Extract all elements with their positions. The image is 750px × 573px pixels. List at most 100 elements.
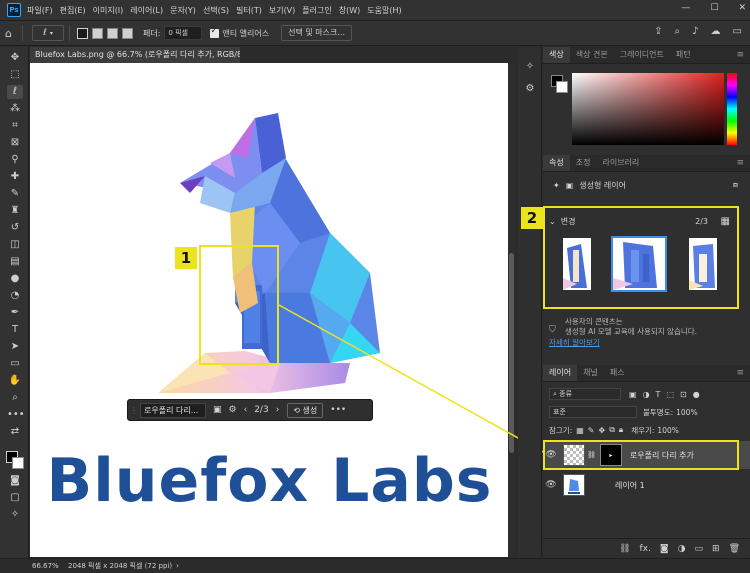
delete-layer-icon[interactable]: 🗑︎ — [729, 544, 740, 554]
new-group-icon[interactable]: ▭ — [695, 544, 704, 554]
add-mask-icon[interactable]: ◙ — [660, 544, 669, 554]
color-picker-field[interactable] — [572, 73, 724, 145]
next-variation-icon[interactable]: › — [276, 405, 280, 415]
generative-panel-icon[interactable]: ✧ — [523, 61, 537, 75]
filter-type-icon[interactable]: T — [656, 390, 661, 399]
screen-mode-icon[interactable]: ▢ — [7, 491, 23, 505]
clone-stamp-tool-icon[interactable]: ♜ — [7, 204, 23, 218]
prompt-field[interactable]: 로우폴리 다리... — [140, 402, 206, 418]
gradient-tool-icon[interactable]: ▤ — [7, 255, 23, 269]
antialias-checkbox[interactable] — [210, 26, 220, 38]
lock-all-icon[interactable]: 🔒︎ — [619, 425, 623, 435]
zoom-level[interactable]: 66.67% — [32, 562, 68, 570]
subtract-selection-button[interactable] — [106, 27, 118, 39]
eyedropper-tool-icon[interactable]: ⚲ — [7, 153, 23, 167]
pen-tool-icon[interactable]: ✒ — [7, 306, 23, 320]
blend-mode-select[interactable]: 표준 — [549, 406, 637, 418]
crop-tool-icon[interactable]: ⌗ — [7, 119, 23, 133]
lock-artboard-icon[interactable]: ⧉ — [609, 425, 615, 435]
previous-variation-icon[interactable]: ‹ — [244, 405, 248, 415]
opacity-value[interactable]: 100% — [676, 408, 697, 417]
cloud-icon[interactable]: ☁ — [711, 26, 721, 37]
vertical-scrollbar[interactable] — [508, 63, 515, 558]
tab-adjustments[interactable]: 조정 — [570, 155, 597, 171]
status-arrow-icon[interactable]: › — [176, 562, 179, 570]
visibility-eye-icon[interactable]: 👁︎ — [543, 480, 559, 490]
tab-libraries[interactable]: 라이브러리 — [596, 155, 645, 171]
tool-preset-picker[interactable]: ℓ ▾ — [31, 25, 64, 41]
maximize-button[interactable]: ☐ — [710, 3, 718, 13]
generative-icon[interactable]: ✧ — [7, 508, 23, 522]
path-selection-tool-icon[interactable]: ➤ — [7, 340, 23, 354]
tab-channels[interactable]: 채널 — [577, 365, 604, 381]
tab-layers[interactable]: 레이어 — [543, 365, 578, 381]
link-layers-icon[interactable]: ⛓ — [619, 544, 630, 554]
feather-input[interactable]: 0 픽셀 — [164, 26, 203, 40]
generate-button[interactable]: ⟲ 생성 — [287, 402, 324, 418]
filter-pixel-icon[interactable]: ▣ — [629, 390, 637, 399]
more-options-icon[interactable]: ••• — [330, 405, 346, 415]
notification-icon[interactable]: ♪ — [692, 26, 698, 37]
tab-paths[interactable]: 패스 — [604, 365, 631, 381]
menu-type[interactable]: 문자(Y) — [170, 5, 196, 16]
dodge-tool-icon[interactable]: ◔ — [7, 289, 23, 303]
panel-menu-icon[interactable]: ≡ — [736, 50, 744, 60]
zoom-tool-icon[interactable]: ⌕ — [7, 391, 23, 405]
filter-shape-icon[interactable]: ⬚ — [666, 390, 674, 399]
more-tools-icon[interactable]: ••• — [7, 408, 25, 422]
workspace-icon[interactable]: ▭ — [733, 26, 742, 37]
magic-wand-tool-icon[interactable]: ⁂ — [7, 102, 23, 116]
search-icon[interactable]: ⌕ — [675, 26, 681, 37]
frame-tool-icon[interactable]: ⊠ — [7, 136, 23, 150]
minimize-button[interactable]: — — [681, 3, 690, 13]
menu-file[interactable]: 파일(F) — [27, 5, 53, 16]
eraser-tool-icon[interactable]: ◫ — [7, 238, 23, 252]
hue-slider[interactable] — [727, 73, 737, 145]
background-swatch[interactable] — [556, 81, 568, 93]
tab-swatches[interactable]: 색상 견본 — [570, 47, 614, 63]
select-and-mask-button[interactable]: 선택 및 마스크... — [281, 25, 352, 41]
layer-filter-select[interactable]: ⌕ 종류 — [549, 388, 621, 400]
add-to-selection-button[interactable] — [91, 27, 103, 39]
move-tool-icon[interactable]: ✥ — [7, 51, 23, 65]
type-tool-icon[interactable]: T — [7, 323, 23, 337]
lock-image-icon[interactable]: ✎ — [588, 426, 595, 435]
collapse-panel-icon[interactable]: ⧈ — [733, 180, 738, 190]
menu-help[interactable]: 도움말(H) — [367, 5, 401, 16]
tab-gradients[interactable]: 그레이디언트 — [614, 47, 670, 63]
menu-filter[interactable]: 필터(T) — [236, 5, 262, 16]
panel-menu-icon[interactable]: ≡ — [736, 158, 744, 168]
menu-plugins[interactable]: 플러그인 — [302, 5, 331, 16]
menu-image[interactable]: 이미지(I) — [93, 5, 124, 16]
menu-edit[interactable]: 편집(E) — [60, 5, 86, 16]
background-color-swatch[interactable] — [12, 457, 24, 469]
filter-smart-icon[interactable]: ⊡ — [680, 390, 687, 399]
settings-icon[interactable]: ⚙ — [229, 405, 237, 415]
learn-more-link[interactable]: 자세히 알아보기 — [549, 338, 739, 348]
swap-colors-icon[interactable]: ⇄ — [7, 425, 23, 439]
filter-toggle-icon[interactable]: ● — [693, 390, 700, 399]
rectangle-tool-icon[interactable]: ▭ — [7, 357, 23, 371]
lasso-tool-icon[interactable]: ℓ — [7, 85, 23, 99]
menu-layer[interactable]: 레이어(L) — [130, 5, 163, 16]
menu-select[interactable]: 선택(S) — [203, 5, 229, 16]
menu-view[interactable]: 보기(V) — [269, 5, 295, 16]
hand-tool-icon[interactable]: ✋ — [7, 374, 23, 388]
new-layer-icon[interactable]: ⊞ — [712, 544, 720, 554]
quick-mask-icon[interactable]: ◙ — [7, 474, 23, 488]
history-brush-tool-icon[interactable]: ↺ — [7, 221, 23, 235]
share-icon[interactable]: ⇪ — [654, 26, 662, 37]
drag-handle-icon[interactable]: ⋮ — [130, 406, 138, 415]
reference-image-icon[interactable]: ▣ — [213, 405, 222, 415]
new-selection-button[interactable] — [76, 27, 88, 39]
home-icon[interactable]: ⌂ — [5, 27, 12, 40]
layer-name[interactable]: 레이어 1 — [615, 480, 645, 491]
fx-button[interactable]: fx. — [640, 544, 651, 554]
fill-value[interactable]: 100% — [657, 426, 678, 435]
brush-tool-icon[interactable]: ✎ — [7, 187, 23, 201]
adjustments-panel-icon[interactable]: ⚙ — [523, 83, 537, 97]
layer-row[interactable]: 👁︎ 레이어 1 — [543, 471, 750, 499]
blur-tool-icon[interactable]: ● — [7, 272, 23, 286]
marquee-tool-icon[interactable]: ⬚ — [7, 68, 23, 82]
menu-window[interactable]: 창(W) — [339, 5, 361, 16]
